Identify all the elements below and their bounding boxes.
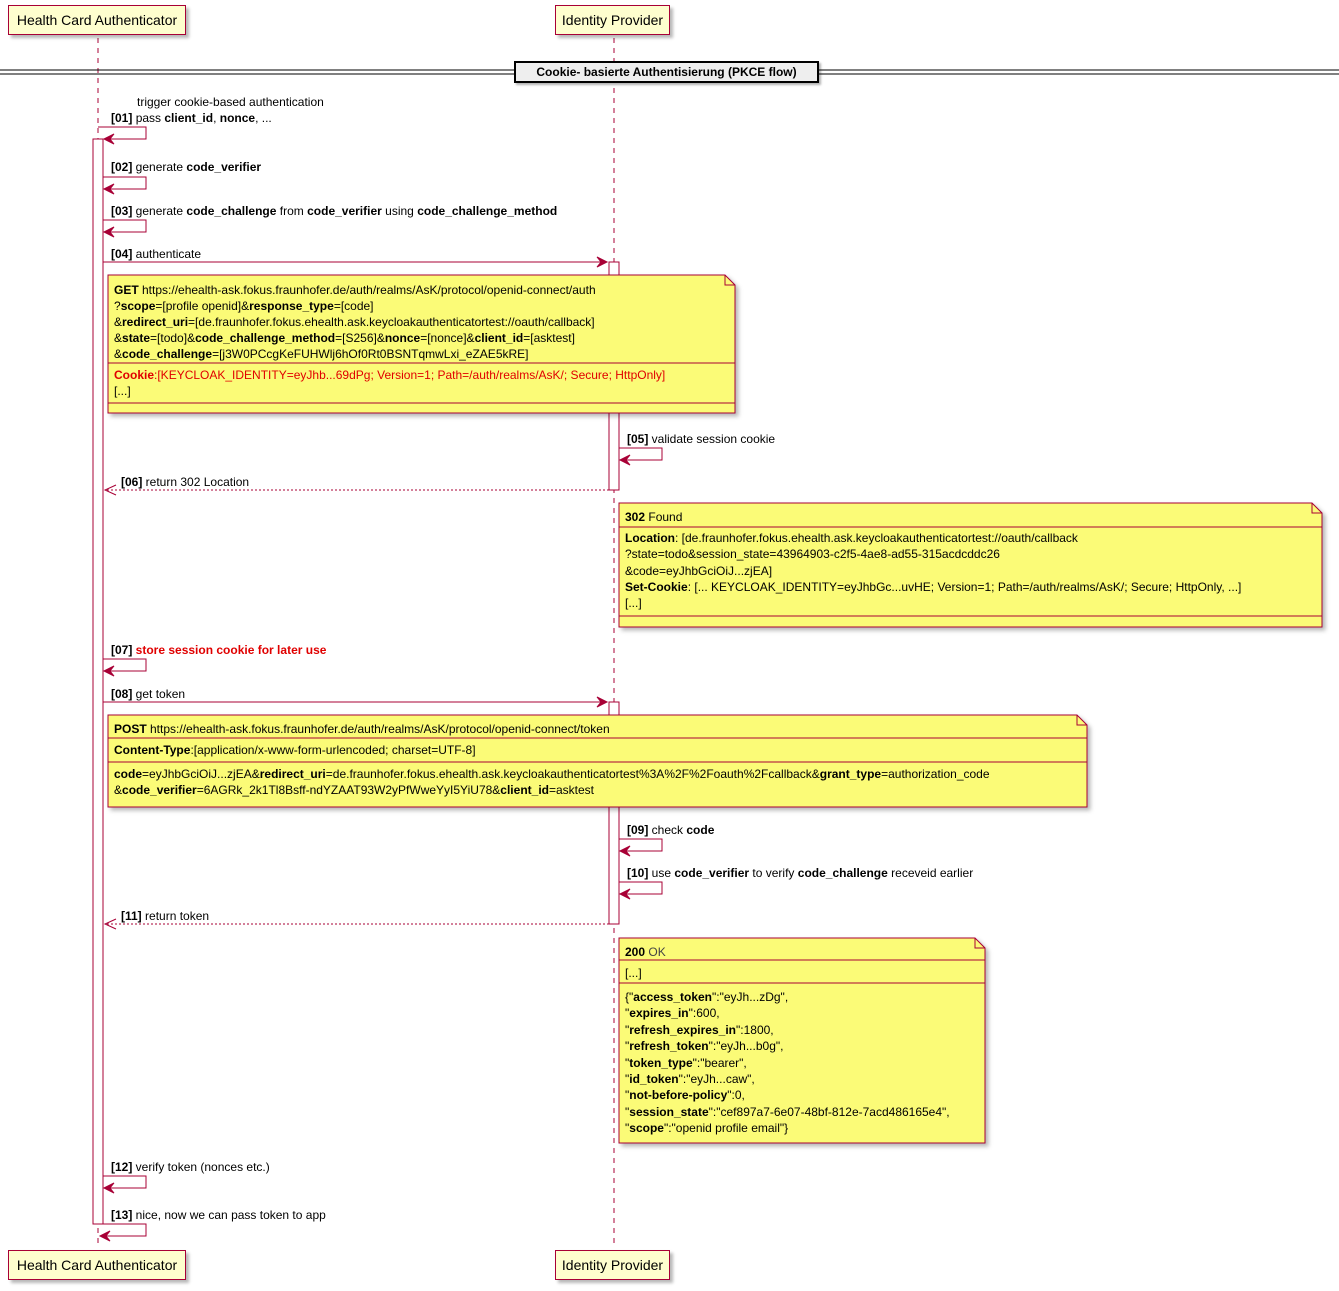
- json-row: "session_state":"cef897a7-6e07-48bf-812e…: [625, 1104, 950, 1119]
- message-02: [02] generate code_verifier: [111, 160, 262, 174]
- participant-hca-top: Health Card Authenticator: [8, 5, 186, 35]
- note3-content-type: Content-Type:[application/x-www-form-url…: [114, 743, 476, 757]
- note2-body: Location: [de.fraunhofer.fokus.ehealth.a…: [625, 531, 1242, 611]
- json-row: "token_type":"bearer",: [625, 1055, 747, 1070]
- message-06: [06] return 302 Location: [121, 475, 250, 489]
- note1-body: GET https://ehealth-ask.fokus.fraunhofer…: [114, 283, 596, 361]
- message-05: [05] validate session cookie: [627, 432, 776, 446]
- arrowhead-11: [103, 918, 117, 930]
- note2-status: 302 Found: [625, 510, 683, 524]
- arrowhead-06: [103, 484, 117, 496]
- json-row: "expires_in":600,: [625, 1006, 720, 1021]
- json-row: "id_token":"eyJh...caw",: [625, 1072, 755, 1087]
- message-13: [13] nice, now we can pass token to app: [111, 1208, 326, 1222]
- message-03: [03] generate code_challenge from code_v…: [111, 204, 558, 218]
- note4-status: 200 OK: [625, 945, 666, 959]
- json-row: "scope":"openid profile email"}: [625, 1121, 789, 1136]
- message-04: [04] authenticate: [111, 247, 202, 261]
- message-07: [07] store session cookie for later use: [111, 643, 327, 657]
- json-row: "refresh_expires_in":1800,: [625, 1022, 774, 1037]
- message-09: [09] check code: [627, 823, 715, 837]
- message-12: [12] verify token (nonces etc.): [111, 1160, 270, 1174]
- note3-request-line: POST https://ehealth-ask.fokus.fraunhofe…: [114, 722, 610, 736]
- participant-idp-bottom: Identity Provider: [555, 1250, 670, 1280]
- json-row: "not-before-policy":0,: [625, 1088, 745, 1103]
- message-01: trigger cookie-based authentication [01]…: [111, 94, 324, 126]
- arrow-01: [98, 126, 147, 140]
- note-token-request: POST https://ehealth-ask.fokus.fraunhofe…: [108, 715, 1087, 807]
- message-01-line2: [01] pass client_id, nonce, ...: [111, 111, 272, 125]
- json-row: {"access_token":"eyJh...zDg",: [625, 990, 789, 1004]
- note3-body: code=eyJhbGciOiJ...zjEA&redirect_uri=de.…: [114, 767, 990, 797]
- message-11: [11] return token: [121, 909, 210, 923]
- note-302-response: 302 Found Location: [de.fraunhofer.fokus…: [619, 503, 1322, 627]
- note4-json: {"access_token":"eyJh...zDg", "expires_i…: [625, 989, 950, 1137]
- participant-idp-top: Identity Provider: [555, 5, 670, 35]
- note-auth-request: GET https://ehealth-ask.fokus.fraunhofer…: [108, 275, 735, 413]
- message-10: [10] use code_verifier to verify code_ch…: [627, 866, 974, 880]
- activation-hca: [92, 138, 104, 1225]
- participant-hca-bottom: Health Card Authenticator: [8, 1250, 186, 1280]
- note-token-response: 200 OK [...] {"access_token":"eyJh...zDg…: [619, 938, 985, 1143]
- message-08: [08] get token: [111, 687, 186, 701]
- message-01-line1: trigger cookie-based authentication: [137, 95, 324, 109]
- note1-cookie: Cookie:[KEYCLOAK_IDENTITY=eyJhb...69dPg;…: [114, 368, 666, 398]
- note4-ellipsis: [...]: [625, 966, 642, 980]
- divider-title: Cookie- basierte Authentisierung (PKCE f…: [514, 61, 819, 83]
- json-row: "refresh_token":"eyJh...b0g",: [625, 1039, 784, 1054]
